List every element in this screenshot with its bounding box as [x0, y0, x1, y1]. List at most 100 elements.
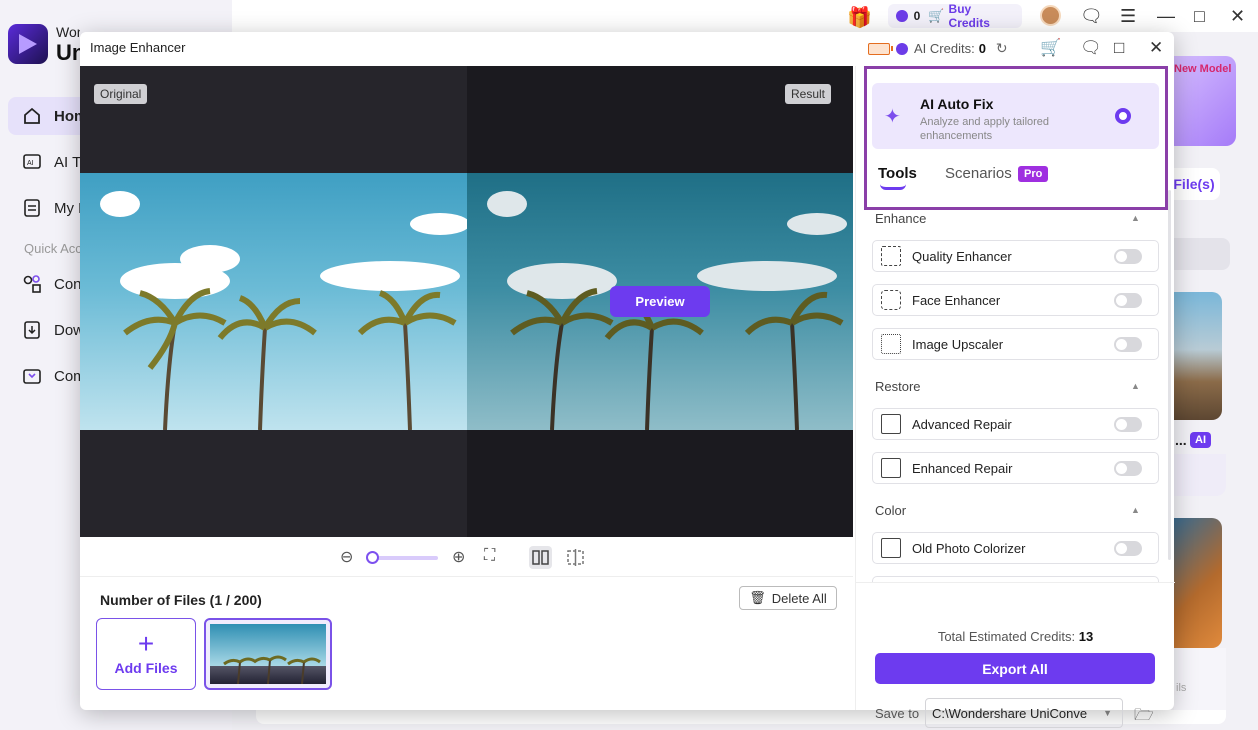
ai-credits-value: 0 — [978, 41, 986, 56]
minimize-icon[interactable]: — — [1157, 6, 1175, 27]
face-enhancer-toggle[interactable] — [1114, 293, 1142, 308]
add-files-button[interactable]: + Add Files — [96, 618, 196, 690]
tab-tools[interactable]: Tools — [878, 165, 917, 182]
tab-scenarios[interactable]: Scenarios — [945, 165, 1012, 182]
zoom-slider-handle[interactable] — [366, 551, 379, 564]
app-logo — [8, 24, 48, 64]
buy-credits-link[interactable]: Buy Credits — [949, 2, 1014, 30]
svg-text:AI: AI — [27, 160, 34, 167]
ai-auto-fix-title: AI Auto Fix — [920, 96, 994, 112]
ai-auto-fix-radio[interactable] — [1115, 108, 1131, 124]
sparkle-icon: ✦ — [884, 106, 901, 128]
collapse-enhance-icon[interactable]: ▲ — [1131, 213, 1140, 223]
save-path-value: C:\Wondershare UniConve — [932, 705, 1088, 721]
tool-enhanced-repair[interactable]: Enhanced Repair — [872, 452, 1159, 484]
cart-icon[interactable]: 🛒 — [1040, 38, 1061, 58]
original-image — [80, 173, 467, 430]
upscaler-icon — [881, 334, 901, 354]
split-view-icon — [532, 550, 549, 565]
credits-pill[interactable]: 0 🛒 Buy Credits — [888, 2, 1022, 30]
colorizer-toggle[interactable] — [1114, 541, 1142, 556]
export-all-button[interactable]: Export All — [875, 653, 1155, 684]
close-icon[interactable]: ✕ — [1149, 38, 1163, 58]
menu-icon[interactable]: ☰ — [1120, 6, 1136, 27]
panel-divider — [856, 582, 1175, 583]
feedback-icon[interactable]: 🗨 — [1080, 38, 1102, 58]
quality-enhancer-toggle[interactable] — [1114, 249, 1142, 264]
app-topbar — [232, 0, 1258, 32]
sidebar-item-label: Downloader — [54, 321, 82, 339]
tool-card-2 — [1174, 518, 1222, 648]
tool-label: Old Photo Colorizer — [912, 540, 1026, 556]
add-files-label: Add Files — [114, 660, 178, 676]
delete-all-button[interactable]: 🗑 Delete All — [739, 586, 837, 610]
tool-quality-enhancer[interactable]: Quality Enhancer — [872, 240, 1159, 272]
collapse-restore-icon[interactable]: ▲ — [1131, 381, 1140, 391]
compare-view-button[interactable] — [564, 546, 587, 574]
zoom-toolbar: ⊖ ⊕ ⛶ — [80, 537, 853, 577]
window-credits: AI Credits: 0 ↻ — [868, 40, 1008, 57]
compress-icon — [22, 366, 42, 386]
compare-view-icon — [567, 549, 584, 566]
brand-product: UniConverter — [56, 40, 80, 65]
preview-area: Original Result Preview — [80, 66, 853, 537]
section-color: Color — [875, 503, 907, 518]
tool-advanced-repair[interactable]: Advanced Repair — [872, 408, 1159, 440]
quality-enhancer-icon — [881, 246, 901, 266]
tool-label: Quality Enhancer — [912, 248, 1012, 264]
save-to-label: Save to — [875, 706, 920, 721]
folder-icon[interactable]: 🗁 — [1134, 704, 1154, 730]
credit-coin-icon — [896, 10, 908, 22]
result-tag: Result — [785, 84, 832, 104]
new-model-banner: New Model — [1174, 63, 1232, 75]
tool-face-enhancer[interactable]: Face Enhancer — [872, 284, 1159, 316]
face-enhancer-icon — [881, 290, 901, 310]
zoom-in-icon[interactable]: ⊕ — [452, 547, 465, 567]
delete-all-label: Delete All — [771, 590, 827, 606]
file-thumbnail[interactable] — [204, 618, 332, 690]
tool-old-photo-colorizer[interactable]: Old Photo Colorizer — [872, 532, 1159, 564]
panel-scrollbar[interactable] — [1168, 190, 1171, 560]
advanced-repair-toggle[interactable] — [1114, 417, 1142, 432]
brand-name: Wondershare — [56, 24, 80, 40]
search-bar-bg — [1174, 238, 1230, 270]
split-view-button[interactable] — [529, 546, 552, 569]
close-icon[interactable]: ✕ — [1230, 6, 1245, 27]
converter-icon — [22, 274, 42, 294]
refresh-icon[interactable]: ↻ — [996, 40, 1008, 57]
battery-icon — [868, 42, 893, 55]
maximize-icon[interactable]: □ — [1114, 38, 1124, 58]
save-path-select[interactable]: C:\Wondershare UniConve ▼ — [925, 698, 1123, 728]
advanced-repair-icon — [881, 414, 901, 434]
colorizer-icon — [881, 538, 901, 558]
gift-icon[interactable]: 🎁 — [847, 5, 872, 30]
home-icon — [22, 106, 42, 126]
maximize-icon[interactable]: □ — [1194, 6, 1205, 27]
zoom-slider[interactable] — [366, 551, 438, 564]
enhanced-repair-icon — [881, 458, 901, 478]
credit-coin-icon — [896, 42, 908, 55]
tool-label: Face Enhancer — [912, 292, 1001, 308]
image-enhancer-window: Image Enhancer AI Credits: 0 ↻ 🛒 🗨 □ ✕ O… — [80, 32, 1175, 728]
pro-badge: Pro — [1018, 166, 1049, 182]
window-title: Image Enhancer — [90, 40, 186, 55]
add-files-button-bg[interactable]: File(s) — [1168, 168, 1220, 200]
chat-icon[interactable]: 🗨 — [1080, 6, 1103, 27]
ai-auto-fix-description: Analyze and apply tailored enhancements — [920, 116, 1050, 142]
image-upscaler-toggle[interactable] — [1114, 337, 1142, 352]
ai-auto-fix-option[interactable]: ✦ AI Auto Fix Analyze and apply tailored… — [872, 83, 1159, 149]
tool-image-upscaler[interactable]: Image Upscaler — [872, 328, 1159, 360]
zoom-out-icon[interactable]: ⊖ — [340, 547, 353, 567]
collapse-color-icon[interactable]: ▲ — [1131, 505, 1140, 515]
plus-icon: + — [137, 628, 155, 659]
preview-button[interactable]: Preview — [610, 286, 710, 317]
section-enhance: Enhance — [875, 211, 927, 226]
avatar[interactable] — [1040, 5, 1061, 26]
tool-card-1 — [1174, 292, 1222, 420]
fit-screen-icon[interactable]: ⛶ — [484, 547, 495, 565]
tool-label: Enhanced Repair — [912, 460, 1013, 476]
total-credits-value: 13 — [1078, 629, 1094, 644]
cart-icon: 🛒 — [928, 8, 945, 23]
sidebar-item-label: Compressor — [54, 367, 82, 385]
enhanced-repair-toggle[interactable] — [1114, 461, 1142, 476]
